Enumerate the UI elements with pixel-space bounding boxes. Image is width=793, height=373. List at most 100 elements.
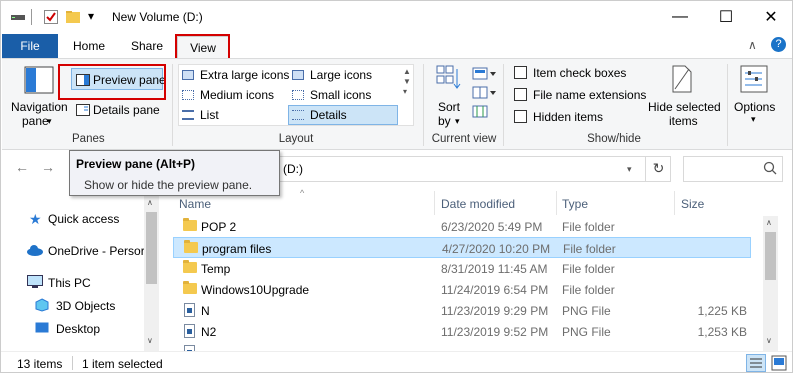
new-folder-icon[interactable]	[65, 9, 81, 25]
details-pane-button[interactable]: Details pane	[93, 103, 160, 117]
layout-small-icons[interactable]: Small icons	[310, 88, 371, 102]
file-date-modified: 11/24/2019 6:54 PM	[441, 283, 549, 297]
navigation-pane-button[interactable]: Navigation	[11, 100, 68, 114]
drive-icon	[10, 9, 26, 25]
table-row[interactable]: N 11/23/2019 9:29 PM PNG File 1,225 KB	[173, 300, 751, 321]
hidden-items-checkbox[interactable]	[514, 110, 527, 123]
layout-list[interactable]: List	[200, 108, 219, 122]
minimize-button[interactable]: —	[657, 1, 703, 33]
png-file-icon	[184, 303, 195, 317]
details-view-button[interactable]	[746, 354, 766, 372]
sort-by-button[interactable]: Sort	[438, 100, 460, 114]
current-view-group-label: Current view	[431, 133, 497, 145]
selected-count: 1 item selected	[82, 357, 163, 371]
back-button[interactable]: ←	[15, 159, 29, 175]
maximize-button[interactable]: ☐	[703, 1, 749, 33]
list-icon	[182, 110, 194, 120]
item-check-boxes-label: Item check boxes	[533, 66, 627, 80]
column-header-size[interactable]: Size	[681, 197, 704, 211]
table-row[interactable]: program files 4/27/2020 10:20 PM File fold…	[173, 237, 751, 258]
extra-large-icons-icon	[182, 70, 194, 80]
column-divider[interactable]	[674, 191, 675, 215]
file-name: Windows10Upgrade	[201, 283, 310, 297]
nav-scrollbar[interactable]: ∧ ∨	[144, 196, 159, 351]
tooltip-body: Show or hide the preview pane.	[84, 178, 253, 192]
chevron-down-icon: ▾	[751, 114, 756, 124]
cloud-icon	[26, 244, 44, 259]
status-bar: 13 items 1 item selected	[1, 351, 792, 372]
details-icon	[292, 110, 304, 120]
scrollbar-thumb[interactable]	[765, 232, 776, 280]
file-type: PNG File	[562, 325, 611, 339]
help-icon[interactable]: ?	[771, 37, 786, 52]
search-icon	[763, 161, 777, 178]
refresh-button[interactable]: ↻	[645, 156, 671, 182]
file-name: POP 2	[201, 220, 237, 234]
chevron-up-icon[interactable]: ∧	[766, 218, 772, 227]
cube-icon	[35, 297, 49, 315]
separator	[727, 64, 728, 146]
tab-share[interactable]: Share	[121, 34, 173, 58]
size-columns-icon[interactable]	[472, 105, 488, 122]
folder-icon	[183, 218, 197, 231]
column-divider[interactable]	[434, 191, 435, 215]
large-icons-view-button[interactable]	[771, 355, 787, 372]
table-row[interactable]: N2 11/23/2019 9:52 PM PNG File 1,253 KB	[173, 321, 751, 342]
png-file-icon	[184, 324, 195, 338]
file-name-extensions-checkbox[interactable]	[514, 88, 527, 101]
layout-scroll-arrows[interactable]: ▲ ▼ ▾	[403, 67, 411, 97]
file-name: program files	[202, 242, 272, 256]
window-title: New Volume (D:)	[112, 10, 203, 24]
navigation-pane-label-2: pane	[22, 114, 49, 128]
preview-pane-highlight	[58, 64, 166, 100]
explorer-window: ▾ New Volume (D:) — ☐ ✕ File Home Share …	[0, 0, 793, 373]
table-row[interactable]: Windows10Upgrade 11/24/2019 6:54 PM File f…	[173, 279, 751, 300]
file-list-scrollbar[interactable]: ∧ ∨	[763, 216, 778, 351]
item-check-boxes-checkbox[interactable]	[514, 66, 527, 79]
file-type: File folder	[562, 283, 615, 297]
nav-item-label: This PC	[48, 276, 91, 290]
tab-home[interactable]: Home	[63, 34, 115, 58]
chevron-down-icon: ▾	[47, 116, 52, 126]
group-by-icon[interactable]	[472, 67, 498, 84]
layout-details: Details	[310, 108, 347, 122]
options-icon	[740, 65, 768, 96]
hidden-items-label: Hidden items	[533, 110, 604, 124]
options-button[interactable]: Options	[734, 100, 775, 114]
layout-extra-large-icons[interactable]: Extra large icons	[200, 68, 289, 82]
forward-button[interactable]: →	[41, 159, 55, 175]
file-type: PNG File	[562, 304, 611, 318]
address-bar[interactable]	[271, 156, 671, 182]
item-count: 13 items	[17, 357, 63, 371]
chevron-down-icon[interactable]: ▾	[627, 164, 632, 175]
computer-icon	[27, 274, 43, 292]
properties-icon[interactable]	[43, 9, 59, 25]
add-columns-icon[interactable]	[472, 86, 498, 103]
separator	[172, 64, 173, 146]
layout-large-icons[interactable]: Large icons	[310, 68, 372, 82]
chevron-down-icon[interactable]: ∨	[766, 336, 772, 345]
column-header-type[interactable]: Type	[562, 197, 588, 211]
file-type: File folder	[562, 262, 615, 276]
file-size: 1,225 KB	[697, 304, 747, 318]
table-row[interactable]: POP 2 6/23/2020 5:49 PM File folder	[173, 216, 751, 237]
chevron-up-icon[interactable]: ∧	[147, 198, 153, 207]
chevron-up-icon[interactable]: ∧	[748, 38, 757, 52]
file-type: File folder	[562, 220, 615, 234]
column-header-date-modified[interactable]: Date modified	[441, 197, 515, 211]
column-divider[interactable]	[556, 191, 557, 215]
file-name: N	[201, 304, 210, 318]
chevron-down-icon[interactable]: ∨	[147, 336, 153, 345]
hide-selected-items-button[interactable]: Hide selected	[648, 100, 721, 114]
separator	[72, 356, 73, 370]
file-name: Temp	[201, 262, 231, 276]
scrollbar-thumb[interactable]	[146, 212, 157, 284]
file-size: 1,253 KB	[697, 325, 747, 339]
customize-qat-icon[interactable]: ▾	[88, 9, 104, 25]
layout-medium-icons[interactable]: Medium icons	[200, 88, 274, 102]
column-header-name[interactable]: Name	[179, 197, 211, 211]
tab-file[interactable]: File	[2, 34, 58, 58]
table-row[interactable]: Temp 8/31/2019 11:45 AM File folder	[173, 258, 751, 279]
separator	[423, 64, 424, 146]
close-button[interactable]: ✕	[748, 1, 792, 33]
